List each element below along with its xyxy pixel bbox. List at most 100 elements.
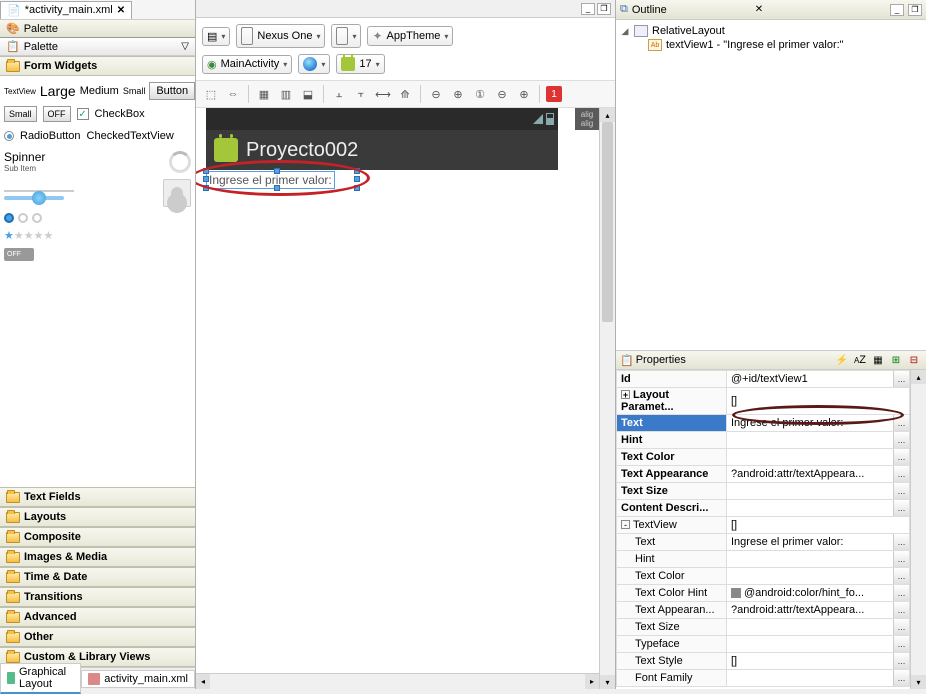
graphical-layout-tab[interactable]: Graphical Layout bbox=[0, 663, 81, 694]
checked-textview-widget[interactable]: CheckedTextView bbox=[87, 130, 174, 142]
margins-icon[interactable]: ▥ bbox=[277, 85, 295, 103]
categories-icon[interactable]: ▦ bbox=[870, 352, 886, 368]
scroll-down-icon[interactable]: ▾ bbox=[911, 675, 926, 689]
scroll-down-icon[interactable]: ▾ bbox=[600, 675, 615, 689]
xml-source-tab[interactable]: activity_main.xml bbox=[81, 670, 195, 688]
properties-table[interactable]: Id@+id/textView1…+Layout Paramet...[]Tex… bbox=[616, 370, 910, 687]
restore-icon[interactable]: ❐ bbox=[597, 3, 611, 15]
property-value[interactable]: @android:color/hint_fo...… bbox=[727, 585, 910, 602]
more-button[interactable]: … bbox=[893, 432, 909, 448]
scroll-left-icon[interactable]: ◂ bbox=[196, 674, 210, 689]
scroll-thumb[interactable] bbox=[602, 122, 613, 322]
zoom-fit-icon[interactable]: ⊕ bbox=[449, 85, 467, 103]
more-button[interactable]: … bbox=[893, 670, 909, 686]
property-row[interactable]: TextIngrese el primer valor:… bbox=[617, 415, 910, 432]
minimize-icon[interactable]: _ bbox=[581, 3, 595, 15]
property-value[interactable]: … bbox=[727, 619, 910, 636]
more-button[interactable]: … bbox=[893, 466, 909, 482]
category-layouts[interactable]: Layouts bbox=[0, 507, 195, 527]
zoom-out-icon[interactable]: ⊖ bbox=[427, 85, 445, 103]
property-row[interactable]: Text Size… bbox=[617, 619, 910, 636]
toggle-bounds-icon[interactable]: ⬚ bbox=[202, 85, 220, 103]
property-row[interactable]: +Layout Paramet...[] bbox=[617, 388, 910, 415]
category-advanced[interactable]: Advanced bbox=[0, 607, 195, 627]
more-button[interactable]: … bbox=[893, 551, 909, 567]
lint-warnings-badge[interactable]: 1 bbox=[546, 86, 562, 102]
expander-icon[interactable]: - bbox=[621, 520, 630, 529]
medium-text-widget[interactable]: Medium bbox=[80, 85, 119, 97]
property-row[interactable]: Hint… bbox=[617, 551, 910, 568]
radio-dot[interactable] bbox=[18, 213, 28, 223]
zoom-in-icon[interactable]: ⊖ bbox=[493, 85, 511, 103]
category-other[interactable]: Other bbox=[0, 627, 195, 647]
radio-widget[interactable]: RadioButton bbox=[20, 130, 81, 142]
restore-icon[interactable]: ❐ bbox=[908, 4, 922, 16]
off-button-widget[interactable]: OFF bbox=[43, 106, 71, 122]
more-button[interactable]: … bbox=[893, 483, 909, 499]
property-row[interactable]: Text Style[]… bbox=[617, 653, 910, 670]
property-value[interactable]: Ingrese el primer valor:… bbox=[727, 534, 910, 551]
resize-handle[interactable] bbox=[354, 168, 360, 174]
small-button-widget[interactable]: Small bbox=[4, 106, 37, 122]
ratingbar-widget[interactable]: ★ ★ ★ ★ ★ bbox=[4, 227, 191, 244]
category-time-date[interactable]: Time & Date bbox=[0, 567, 195, 587]
config-menu[interactable]: ▤▾ bbox=[202, 27, 230, 46]
property-row[interactable]: Content Descri...… bbox=[617, 500, 910, 517]
activity-selector[interactable]: ◉MainActivity▾ bbox=[202, 55, 292, 74]
seekbar-widget[interactable] bbox=[4, 196, 64, 200]
palette-selector[interactable]: 📋 Palette ▽ bbox=[0, 38, 195, 56]
large-text-widget[interactable]: Large bbox=[40, 83, 76, 99]
theme-selector[interactable]: ✦AppTheme▾ bbox=[367, 26, 453, 46]
property-row[interactable]: Text Color Hint@android:color/hint_fo...… bbox=[617, 585, 910, 602]
category-transitions[interactable]: Transitions bbox=[0, 587, 195, 607]
design-canvas[interactable]: alig alig Proyecto002 Ingrese el primer … bbox=[196, 108, 615, 689]
close-icon[interactable]: ✕ bbox=[755, 4, 763, 15]
property-value[interactable]: [] bbox=[727, 517, 910, 534]
radio-dot-active[interactable] bbox=[4, 213, 14, 223]
more-button[interactable]: … bbox=[893, 653, 909, 669]
outline-root[interactable]: ◢ RelativeLayout bbox=[620, 24, 922, 38]
resize-handle[interactable] bbox=[354, 176, 360, 182]
property-row[interactable]: Text Color… bbox=[617, 449, 910, 466]
category-composite[interactable]: Composite bbox=[0, 527, 195, 547]
device-selector[interactable]: Nexus One▾ bbox=[236, 24, 325, 48]
more-button[interactable]: … bbox=[893, 619, 909, 635]
property-value[interactable]: … bbox=[727, 568, 910, 585]
attach-top-icon[interactable]: ⫟ bbox=[352, 85, 370, 103]
outline-tree[interactable]: ◢ RelativeLayout Ab textView1 - "Ingrese… bbox=[616, 20, 926, 350]
property-value[interactable]: … bbox=[727, 449, 910, 466]
more-button[interactable]: … bbox=[893, 449, 909, 465]
scroll-right-icon[interactable]: ▸ bbox=[585, 674, 599, 689]
property-row[interactable]: Text Appearan...?android:attr/textAppear… bbox=[617, 602, 910, 619]
quickcontact-widget[interactable] bbox=[163, 179, 191, 207]
center-h-icon[interactable]: ⟷ bbox=[374, 85, 392, 103]
sort-az-icon[interactable]: AZ bbox=[852, 352, 868, 368]
resize-handle[interactable] bbox=[203, 176, 209, 182]
more-button[interactable]: … bbox=[893, 602, 909, 618]
property-value[interactable]: @+id/textView1… bbox=[727, 371, 910, 388]
radio-dot[interactable] bbox=[32, 213, 42, 223]
attach-left-icon[interactable]: ⫠ bbox=[330, 85, 348, 103]
selected-textview[interactable]: Ingrese el primer valor: bbox=[206, 171, 335, 189]
resize-handle[interactable] bbox=[274, 168, 280, 174]
property-row[interactable]: Id@+id/textView1… bbox=[617, 371, 910, 388]
center-v-icon[interactable]: ⟰ bbox=[396, 85, 414, 103]
file-tab[interactable]: 📄 *activity_main.xml ✕ bbox=[0, 1, 132, 19]
more-button[interactable]: … bbox=[893, 371, 909, 387]
collapse-icon[interactable]: ◢ bbox=[620, 26, 630, 37]
property-value[interactable]: … bbox=[727, 483, 910, 500]
property-row[interactable]: Text Appearance?android:attr/textAppeara… bbox=[617, 466, 910, 483]
property-value[interactable]: … bbox=[727, 670, 910, 687]
device-screen[interactable]: Ingrese el primer valor: bbox=[206, 170, 558, 520]
properties-scrollbar[interactable]: ▴ ▾ bbox=[910, 370, 926, 689]
category-text-fields[interactable]: Text Fields bbox=[0, 487, 195, 507]
more-button[interactable]: … bbox=[893, 585, 909, 601]
more-button[interactable]: … bbox=[893, 636, 909, 652]
checkbox-widget[interactable]: CheckBox bbox=[95, 108, 145, 120]
property-row[interactable]: -TextView[] bbox=[617, 517, 910, 534]
radio-icon[interactable] bbox=[4, 131, 14, 141]
locale-selector[interactable]: ▾ bbox=[298, 54, 330, 74]
property-row[interactable]: Typeface… bbox=[617, 636, 910, 653]
outline-child[interactable]: Ab textView1 - "Ingrese el primer valor:… bbox=[620, 38, 922, 52]
form-widgets-category[interactable]: Form Widgets bbox=[0, 56, 195, 76]
